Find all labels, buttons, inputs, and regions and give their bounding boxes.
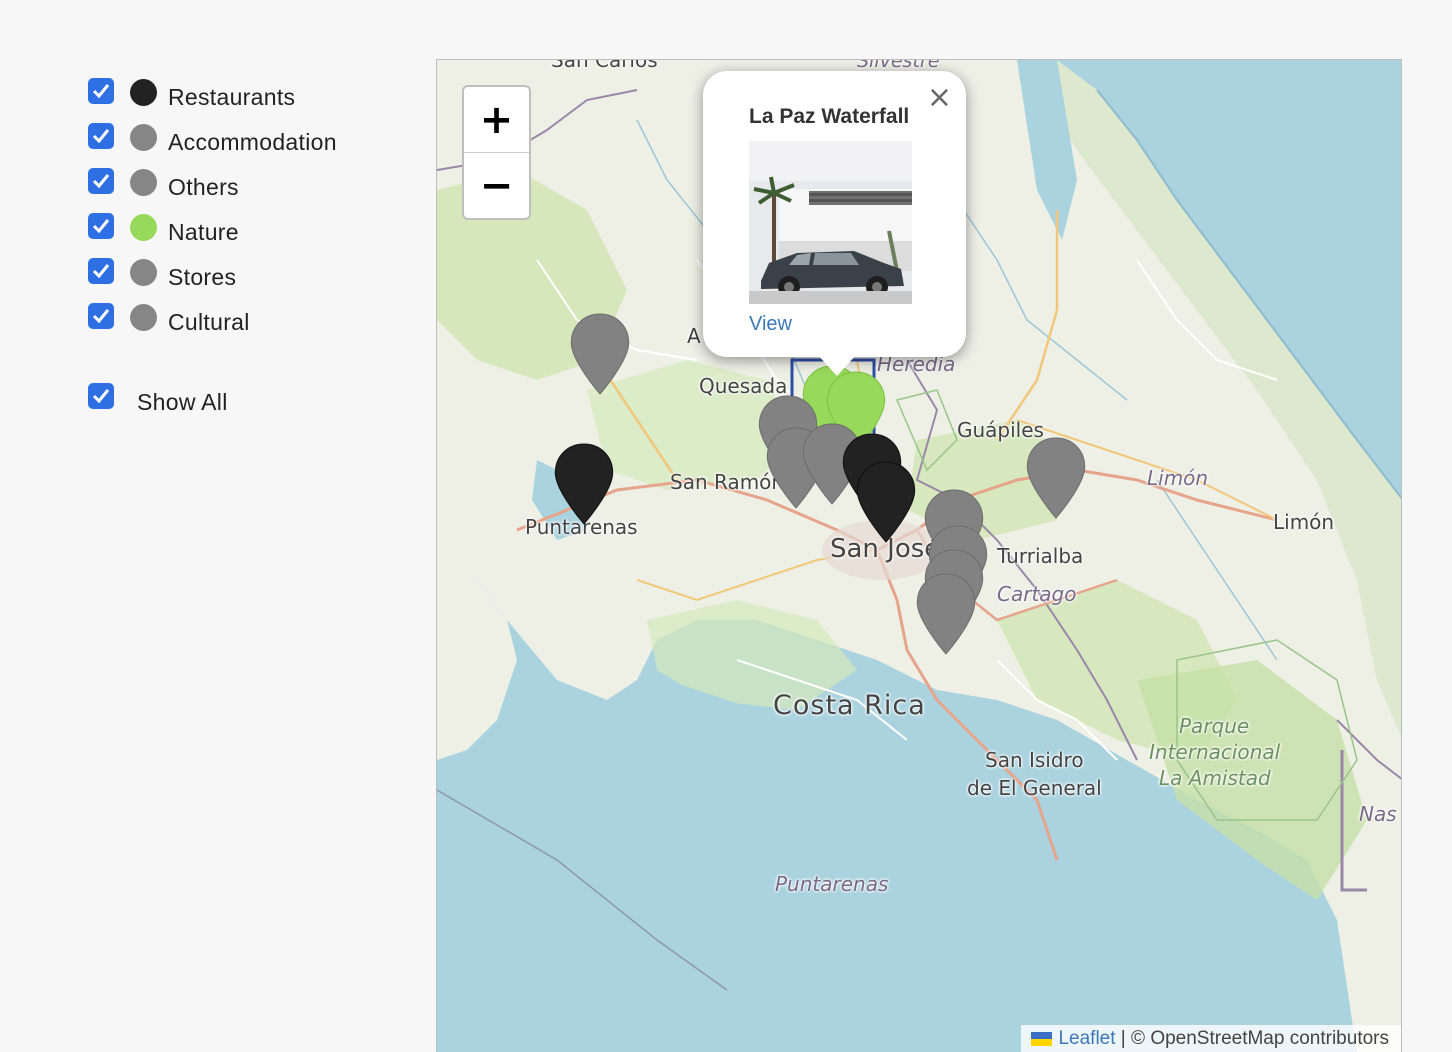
close-icon[interactable]: × bbox=[927, 83, 952, 113]
nature-label: Nature bbox=[168, 219, 239, 245]
place-label: A bbox=[687, 324, 701, 348]
map-marker-restaurant[interactable] bbox=[855, 460, 917, 544]
map-marker-restaurant[interactable] bbox=[553, 442, 615, 526]
place-label: Nas bbox=[1359, 802, 1397, 826]
nature-color-dot bbox=[130, 214, 157, 241]
filter-others[interactable]: Others bbox=[88, 168, 408, 200]
place-label: Limón bbox=[1273, 510, 1335, 534]
osm-attribution[interactable]: OpenStreetMap contributors bbox=[1150, 1028, 1389, 1050]
zoom-out-button[interactable]: − bbox=[464, 153, 529, 218]
place-label: Limón bbox=[1147, 466, 1209, 490]
stores-checkbox[interactable] bbox=[88, 258, 114, 284]
ukraine-flag-icon bbox=[1031, 1031, 1053, 1046]
popup-title: La Paz Waterfall bbox=[749, 105, 910, 128]
place-label: Parque bbox=[1179, 714, 1250, 738]
map-marker-others[interactable] bbox=[569, 312, 631, 396]
map-marker-others[interactable] bbox=[915, 572, 977, 656]
map-attribution: Leaflet | © OpenStreetMap contributors bbox=[1021, 1025, 1401, 1052]
restaurants-checkbox[interactable] bbox=[88, 78, 114, 104]
filter-nature[interactable]: Nature bbox=[88, 213, 408, 245]
accommodation-label: Accommodation bbox=[168, 129, 337, 155]
accommodation-checkbox[interactable] bbox=[88, 123, 114, 149]
restaurants-label: Restaurants bbox=[168, 84, 296, 110]
filter-restaurants[interactable]: Restaurants bbox=[88, 78, 408, 110]
place-label: Cartago bbox=[997, 582, 1077, 606]
place-label: San Carlos bbox=[551, 59, 658, 72]
place-label: Turrialba bbox=[997, 544, 1084, 568]
cultural-checkbox[interactable] bbox=[88, 303, 114, 329]
place-label: Costa Rica bbox=[773, 690, 926, 721]
cultural-color-dot bbox=[130, 304, 157, 331]
marker-popup: × La Paz Waterfall View bbox=[703, 71, 966, 357]
filter-show-all[interactable]: Show All bbox=[88, 383, 408, 415]
stores-color-dot bbox=[130, 259, 157, 286]
attribution-separator: | © bbox=[1115, 1027, 1151, 1049]
filter-accommodation[interactable]: Accommodation bbox=[88, 123, 408, 155]
show-all-label: Show All bbox=[137, 389, 228, 415]
zoom-control: + − bbox=[462, 85, 531, 220]
place-label: Puntarenas bbox=[775, 872, 889, 896]
place-label: La Amistad bbox=[1159, 766, 1271, 790]
popup-tip bbox=[817, 354, 857, 376]
others-label: Others bbox=[168, 174, 239, 200]
place-label: Internacional bbox=[1149, 740, 1281, 764]
show-all-checkbox[interactable] bbox=[88, 383, 114, 409]
popup-thumbnail bbox=[749, 141, 912, 304]
map-marker-others[interactable] bbox=[1025, 436, 1087, 520]
place-label: de El General bbox=[967, 776, 1102, 800]
filter-cultural[interactable]: Cultural bbox=[88, 303, 408, 335]
nature-checkbox[interactable] bbox=[88, 213, 114, 239]
leaflet-link[interactable]: Leaflet bbox=[1058, 1028, 1115, 1050]
map-view[interactable]: San Carlos Silvestre A Quesada Heredia G… bbox=[436, 59, 1402, 1052]
others-checkbox[interactable] bbox=[88, 168, 114, 194]
accommodation-color-dot bbox=[130, 124, 157, 151]
popup-view-link[interactable]: View bbox=[749, 313, 792, 336]
stores-label: Stores bbox=[168, 264, 237, 290]
filter-stores[interactable]: Stores bbox=[88, 258, 408, 290]
others-color-dot bbox=[130, 169, 157, 196]
cultural-label: Cultural bbox=[168, 309, 250, 335]
zoom-in-button[interactable]: + bbox=[464, 87, 529, 153]
restaurants-color-dot bbox=[130, 79, 157, 106]
place-label: San Isidro bbox=[985, 748, 1084, 772]
